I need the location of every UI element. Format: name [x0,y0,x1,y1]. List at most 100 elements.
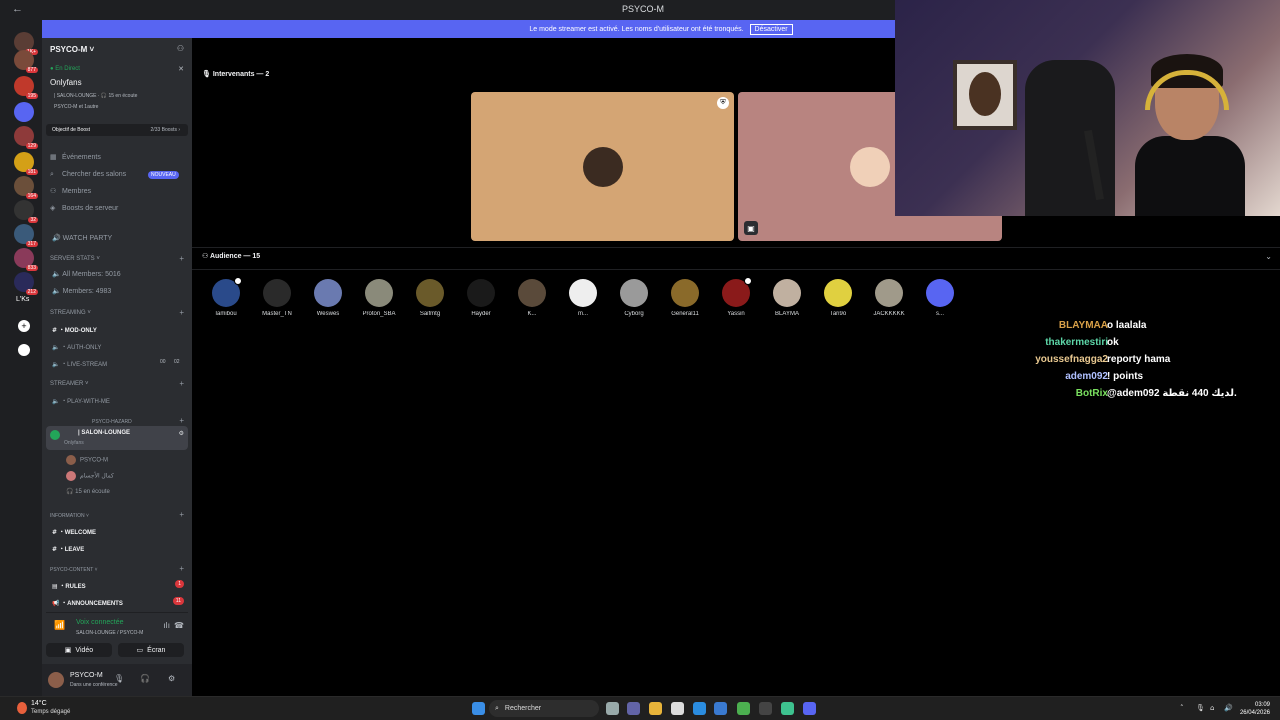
network-icon[interactable]: ⌂ [1210,704,1214,712]
boost-goal[interactable]: Objectif de Boost 2/33 Boosts › [46,124,188,136]
add-member-icon[interactable]: ⚇ [177,44,184,53]
volume-icon[interactable]: 🔊 [1224,704,1233,712]
audience-member[interactable]: K... [512,279,552,317]
audience-member[interactable]: BLAYMA [767,279,807,317]
audience-member[interactable]: m... [563,279,603,317]
system-clock[interactable]: 03:09 26/04/2026 [1240,701,1270,717]
category-streaming[interactable]: STREAMING ˅ [50,310,91,316]
audience-member[interactable]: Weswes [308,279,348,317]
audience-member[interactable]: JACKKKKK [869,279,909,317]
channel-mod-only[interactable]: # ・MOD-ONLY [52,325,97,334]
screen-share-button[interactable]: ▭ Écran [118,643,184,657]
server-icon[interactable]: 833 [14,248,38,271]
audience-member[interactable]: Cyborg [614,279,654,317]
webcam-overlay [895,0,1280,216]
audience-icon: ⚇ [202,252,209,260]
app-icon[interactable] [759,702,772,715]
microphone-icon[interactable]: 🎙 [114,674,124,683]
task-view-icon[interactable] [606,702,619,715]
headphones-icon[interactable]: 🎧 [140,674,150,683]
audience-member[interactable]: s... [920,279,960,317]
audience-member[interactable]: Iamibou [206,277,246,317]
live-stage-card[interactable]: ● En Direct Onlyfans | SALON-LOUNGE · 🎧 … [46,62,188,118]
channel-rules[interactable]: ▤ ・RULES [52,581,86,590]
channel-members[interactable]: 🔈 Members: 4983 [52,287,111,295]
store-icon[interactable] [671,702,684,715]
voice-user-1[interactable]: PSYCO-M [66,455,108,465]
teams-icon[interactable] [627,702,640,715]
channel-live-stream[interactable]: 🔈 ・LIVE-STREAM [52,359,107,368]
audience-member[interactable]: Proton_SBA [359,279,399,317]
server-icon[interactable]: 195 [14,76,38,99]
category-information[interactable]: INFORMATION ˅ [50,513,89,519]
add-channel-icon[interactable]: + [179,379,184,388]
server-icon[interactable] [14,102,34,122]
server-icon[interactable]: 129 [14,126,38,149]
file-explorer-icon[interactable] [649,702,662,715]
channel-auth-only[interactable]: 🔈 ・AUTH-ONLY [52,342,101,351]
taskbar-search[interactable]: ⌕ Rechercher [489,700,599,717]
channel-welcome[interactable]: # ・WELCOME [52,527,96,536]
video-button[interactable]: ▣ Vidéo [46,643,112,657]
mic-tray-icon[interactable]: 🎙 [1196,704,1205,712]
edge-icon[interactable] [693,702,706,715]
channel-play-with-me[interactable]: 🔈 ・PLAY-WITH-ME [52,396,110,405]
disconnect-icon[interactable]: ☎ [174,621,184,630]
audience-member[interactable]: Hayder [461,279,501,317]
server-icon[interactable]: 164 [14,176,38,199]
category-psyco-content[interactable]: PSYCO-CONTENT ˅ [50,567,98,573]
voice-user-2[interactable]: كمال الأجسام [66,471,114,481]
category-psyco-hazard[interactable]: PSYCO-HAZARD [92,419,132,425]
server-icon[interactable]: 317 [14,224,38,247]
audience-member[interactable]: Master_TN [257,279,297,317]
add-server-icon[interactable]: + [18,320,30,332]
server-icon[interactable]: 877 [14,50,38,73]
audience-member[interactable]: Tari9o [818,279,858,317]
channel-watch-party[interactable]: 🔊 WATCH PARTY [52,234,112,242]
app-icon[interactable] [714,702,727,715]
category-streamer[interactable]: STREAMER ˅ [50,381,89,387]
server-icon[interactable]: 32 [14,200,38,223]
add-channel-icon[interactable]: + [179,564,184,573]
user-name[interactable]: PSYCO-M [70,672,103,679]
server-lks[interactable]: L'Ks [16,296,29,303]
close-icon[interactable]: ✕ [178,65,184,73]
server-name-header[interactable]: PSYCO-M ˅ [50,45,94,54]
noise-suppression-icon[interactable]: ılı [163,621,170,630]
nav-browse-channels[interactable]: ⌕ Chercher des salons [50,170,126,179]
add-channel-icon[interactable]: + [179,510,184,519]
add-channel-icon[interactable]: + [179,308,184,317]
audience-member[interactable]: Yassin [716,277,756,317]
app-icon[interactable] [781,702,794,715]
channel-all-members[interactable]: 🔈 All Members: 5016 [52,270,121,278]
selected-channel-salon-lounge[interactable]: | SALON-LOUNGE Onlyfans ⚙ [46,426,188,450]
chevron-up-icon[interactable]: ˄ [1180,704,1184,712]
start-icon[interactable] [472,702,485,715]
audience-member[interactable]: General11 [665,279,705,317]
category-server-stats[interactable]: SERVER STATS ˅ [50,256,100,262]
speaker-tile[interactable]: ⛨ [471,92,734,241]
server-icon[interactable]: 1K+ [14,32,38,55]
add-channel-icon[interactable]: + [179,254,184,263]
discord-icon[interactable] [803,702,816,715]
chevron-down-icon[interactable]: ⌄ [1265,252,1272,261]
gear-icon[interactable]: ⚙ [168,674,175,683]
discover-icon[interactable] [18,344,30,356]
disable-streamer-mode-button[interactable]: Désactiver [749,23,793,35]
back-arrow-icon[interactable]: ← [12,3,23,15]
server-icon[interactable]: 212 [14,272,38,295]
avatar[interactable] [48,672,64,688]
temperature[interactable]: 14°C [31,700,47,707]
chrome-icon[interactable] [737,702,750,715]
add-channel-icon[interactable]: + [179,416,184,425]
channel-leave[interactable]: # ・LEAVE [52,544,84,553]
nav-members[interactable]: ⚇ Membres [50,187,91,195]
channel-announcements[interactable]: 📢 ・ANNOUNCEMENTS [52,598,123,607]
settings-icon[interactable]: ⚙ [179,430,184,437]
weather-text[interactable]: Temps dégagé [31,709,70,715]
nav-events[interactable]: ▦ Événements [50,153,101,161]
voice-location[interactable]: SALON-LOUNGE / PSYCO-M [76,630,143,636]
server-icon[interactable]: 181 [14,152,38,175]
audience-member[interactable]: Saifmtg [410,279,450,317]
nav-server-boosts[interactable]: ◈ Boosts de serveur [50,204,118,212]
